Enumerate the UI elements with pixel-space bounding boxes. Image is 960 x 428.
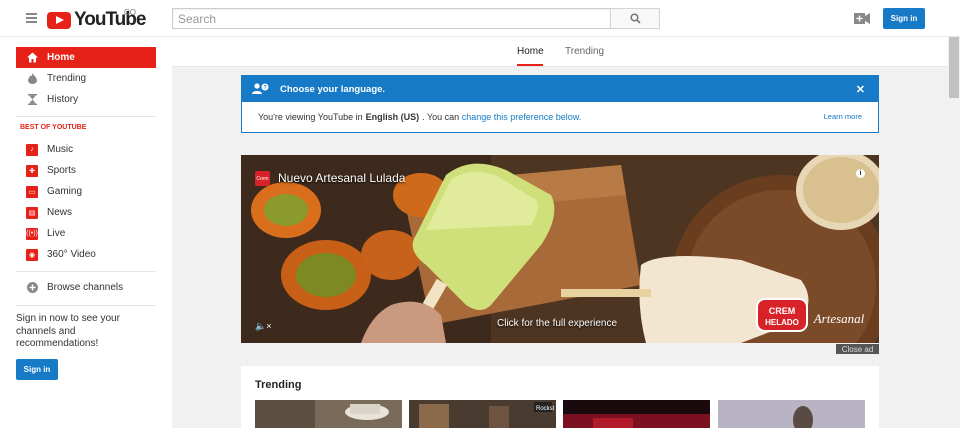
sidebar-item-news[interactable]: ▤ News xyxy=(16,202,156,223)
sidebar-item-history[interactable]: History xyxy=(16,89,156,110)
info-icon[interactable]: i xyxy=(856,169,865,178)
close-ad-button[interactable]: Close ad xyxy=(836,344,879,354)
guide-sidebar: Home Trending History BEST OF YOUTUBE ♪ … xyxy=(0,37,172,428)
svg-text:HELADO: HELADO xyxy=(765,318,799,327)
brand-logo: CREM HELADO Artesanal xyxy=(756,298,865,332)
sign-in-prompt: Sign in now to see your channels and rec… xyxy=(16,313,120,349)
video-360-icon: ◉ xyxy=(26,248,38,261)
people-language-icon: ? xyxy=(252,83,269,94)
sidebar-item-label: Music xyxy=(47,144,74,155)
home-icon xyxy=(26,52,38,64)
tab-home[interactable]: Home xyxy=(517,46,544,57)
sidebar-item-music[interactable]: ♪ Music xyxy=(16,139,156,160)
sports-icon: ✚ xyxy=(26,164,38,177)
brand-script-text: Artesanal xyxy=(813,311,865,326)
sidebar-divider xyxy=(16,271,156,272)
scrollbar-thumb[interactable] xyxy=(949,37,959,98)
sidebar-item-label: Home xyxy=(47,52,75,63)
sidebar-item-label: Live xyxy=(47,228,66,239)
language-prompt-body: You're viewing YouTube in English (US) .… xyxy=(242,102,878,132)
language-prompt-title: Choose your language. xyxy=(280,83,386,95)
sidebar-item-live[interactable]: ((•)) Live xyxy=(16,223,156,244)
advertiser-logo[interactable]: Crem xyxy=(255,171,270,186)
video-thumbnail[interactable]: Rockst xyxy=(409,400,556,428)
sidebar-item-label: Sports xyxy=(47,165,76,176)
learn-more-link[interactable]: Learn more xyxy=(824,112,862,121)
masthead-ad[interactable]: Crem Nuevo Artesanal Lulada i 🔈× Click f… xyxy=(241,155,879,343)
video-thumbnail[interactable] xyxy=(563,400,710,428)
sign-in-button[interactable]: Sign in xyxy=(883,8,925,29)
sidebar-item-label: Browse channels xyxy=(47,282,124,293)
sidebar-item-sports[interactable]: ✚ Sports xyxy=(16,160,156,181)
svg-text:Rockst: Rockst xyxy=(536,406,555,412)
search-input[interactable]: Search xyxy=(172,8,610,29)
gaming-icon: ▭ xyxy=(26,185,38,198)
ad-title[interactable]: Nuevo Artesanal Lulada xyxy=(278,171,405,185)
music-icon: ♪ xyxy=(26,143,38,156)
sidebar-divider xyxy=(16,116,156,117)
country-code: CO xyxy=(124,8,136,17)
play-logo-icon xyxy=(47,11,71,29)
brand-logo-text: CREM xyxy=(769,306,796,316)
video-thumbnail[interactable] xyxy=(255,400,402,428)
sidebar-item-label: Gaming xyxy=(47,186,83,197)
search-bar: Search xyxy=(172,8,660,29)
sidebar-item-home[interactable]: Home xyxy=(16,47,156,68)
live-icon: ((•)) xyxy=(26,227,38,240)
masthead: YouTube CO Search Sign in xyxy=(0,0,960,37)
tab-trending[interactable]: Trending xyxy=(565,46,604,57)
search-button[interactable] xyxy=(610,8,660,29)
video-thumbnail[interactable] xyxy=(718,400,865,428)
language-text-before: You're viewing YouTube in xyxy=(258,112,363,122)
change-language-link[interactable]: change this preference below. xyxy=(462,112,582,122)
ad-call-to-action[interactable]: Click for the full experience xyxy=(497,318,617,329)
sidebar-item-label: News xyxy=(47,207,73,218)
page-scrollbar[interactable] xyxy=(948,37,960,428)
active-tab-indicator xyxy=(517,64,543,66)
language-prompt: ? Choose your language. ✕ You're viewing… xyxy=(241,75,879,133)
sidebar-sign-in-button[interactable]: Sign in xyxy=(16,359,58,380)
mute-icon[interactable]: 🔈× xyxy=(255,321,271,332)
trending-shelf: Trending Rockst xyxy=(241,366,879,428)
menu-icon[interactable] xyxy=(26,13,37,23)
sidebar-item-gaming[interactable]: ▭ Gaming xyxy=(16,181,156,202)
sidebar-item-trending[interactable]: Trending xyxy=(16,68,156,89)
sidebar-item-label: Trending xyxy=(47,73,87,84)
svg-text:?: ? xyxy=(264,85,267,91)
search-icon xyxy=(629,13,641,24)
trending-title[interactable]: Trending xyxy=(255,379,301,391)
sidebar-item-browse-channels[interactable]: Browse channels xyxy=(16,277,156,298)
section-title-best-of-youtube: BEST OF YOUTUBE xyxy=(20,124,87,131)
language-prompt-header: ? Choose your language. ✕ xyxy=(242,76,878,102)
current-language: English (US) xyxy=(365,112,420,122)
sidebar-item-label: History xyxy=(47,94,79,105)
sidebar-item-360-video[interactable]: ◉ 360° Video xyxy=(16,244,156,265)
sidebar-item-label: 360° Video xyxy=(47,249,96,260)
feed-tabs: Home Trending xyxy=(172,37,948,67)
sidebar-divider xyxy=(16,305,156,306)
news-icon: ▤ xyxy=(26,206,38,219)
upload-video-icon[interactable] xyxy=(854,13,870,24)
hourglass-icon xyxy=(26,94,38,106)
close-icon[interactable]: ✕ xyxy=(856,83,865,96)
language-text-middle: . You can xyxy=(422,112,460,122)
add-circle-icon xyxy=(26,282,38,294)
flame-icon xyxy=(26,73,38,85)
